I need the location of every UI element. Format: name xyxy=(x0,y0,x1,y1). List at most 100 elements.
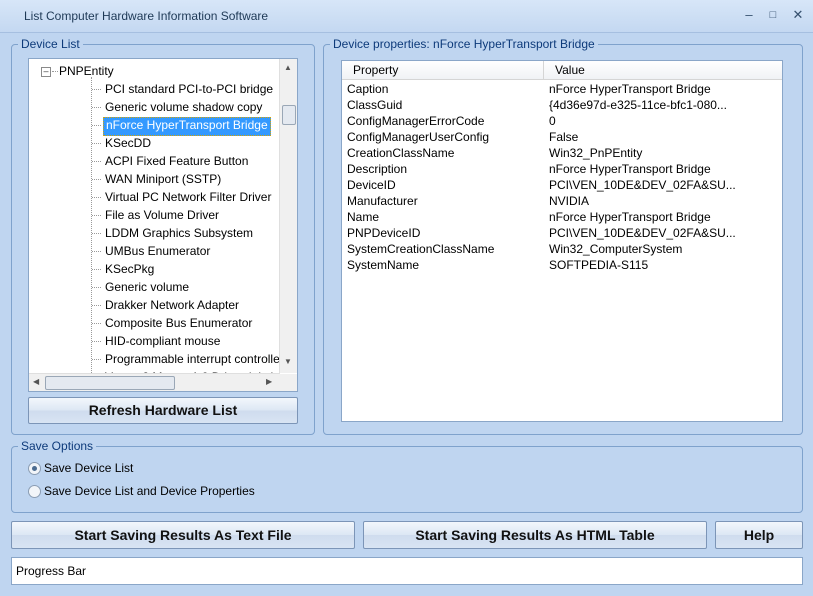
property-row[interactable]: ConfigManagerUserConfig False xyxy=(342,129,782,145)
tree-item[interactable]: HID-compliant mouse xyxy=(103,333,222,350)
save-device-list-radio[interactable] xyxy=(28,462,41,475)
property-name: ConfigManagerErrorCode xyxy=(347,114,485,128)
property-row[interactable]: ClassGuid {4d36e97d-e325-11ce-bfc1-080... xyxy=(342,97,782,113)
property-value: nForce HyperTransport Bridge xyxy=(549,162,711,176)
property-row[interactable]: SystemCreationClassName Win32_ComputerSys… xyxy=(342,241,782,257)
save-device-list-and-properties-label[interactable]: Save Device List and Device Properties xyxy=(44,484,255,498)
tree-connector xyxy=(92,107,101,108)
horizontal-scroll-thumb[interactable] xyxy=(45,376,175,390)
property-name: SystemCreationClassName xyxy=(347,242,495,256)
device-list-title: Device List xyxy=(18,37,83,51)
tree-guide-line xyxy=(91,77,93,377)
property-row[interactable]: DeviceID PCI\VEN_10DE&DEV_02FA&SU... xyxy=(342,177,782,193)
column-separator[interactable] xyxy=(543,61,544,79)
tree-item[interactable]: Generic volume shadow copy xyxy=(103,99,264,116)
property-name: CreationClassName xyxy=(347,146,455,160)
property-row[interactable]: PNPDeviceID PCI\VEN_10DE&DEV_02FA&SU... xyxy=(342,225,782,241)
tree-root-label: PNPEntity xyxy=(59,64,114,78)
tree-connector xyxy=(92,89,101,90)
scroll-right-icon[interactable]: ▶ xyxy=(266,377,272,387)
progress-bar: Progress Bar xyxy=(11,557,803,585)
tree-item[interactable]: LDDM Graphics Subsystem xyxy=(103,225,255,242)
property-value: Win32_ComputerSystem xyxy=(549,242,683,256)
property-name: ClassGuid xyxy=(347,98,403,112)
value-column-header[interactable]: Value xyxy=(555,63,585,77)
save-text-file-button[interactable]: Start Saving Results As Text File xyxy=(11,521,355,549)
collapse-icon[interactable]: – xyxy=(41,67,51,77)
property-value: NVIDIA xyxy=(549,194,590,208)
tree-item[interactable]: Composite Bus Enumerator xyxy=(103,315,254,332)
tree-connector xyxy=(92,323,101,324)
tree-connector xyxy=(92,305,101,306)
tree-item[interactable]: nForce HyperTransport Bridge xyxy=(103,117,271,136)
property-value: 0 xyxy=(549,114,556,128)
save-device-list-and-properties-radio[interactable] xyxy=(28,485,41,498)
tree-item[interactable]: Programmable interrupt controller xyxy=(103,351,286,368)
progress-bar-label: Progress Bar xyxy=(16,564,87,578)
tree-connector xyxy=(92,143,101,144)
scroll-up-icon[interactable]: ▲ xyxy=(284,63,292,73)
tree-connector xyxy=(92,161,101,162)
tree-item[interactable]: KSecDD xyxy=(103,135,153,152)
tree-connector xyxy=(92,269,101,270)
property-column-header[interactable]: Property xyxy=(353,63,398,77)
property-name: SystemName xyxy=(347,258,420,272)
property-name: Caption xyxy=(347,82,389,96)
property-row[interactable]: Manufacturer NVIDIA xyxy=(342,193,782,209)
tree-connector xyxy=(92,341,101,342)
property-name: ConfigManagerUserConfig xyxy=(347,130,490,144)
property-name: DeviceID xyxy=(347,178,396,192)
close-icon[interactable]: ✕ xyxy=(789,6,807,24)
property-name: Name xyxy=(347,210,380,224)
vertical-scroll-thumb[interactable] xyxy=(282,105,296,125)
property-row[interactable]: Name nForce HyperTransport Bridge xyxy=(342,209,782,225)
tree-connector xyxy=(92,233,101,234)
property-row[interactable]: Description nForce HyperTransport Bridge xyxy=(342,161,782,177)
save-device-list-label[interactable]: Save Device List xyxy=(44,461,133,475)
property-value: PCI\VEN_10DE&DEV_02FA&SU... xyxy=(549,226,736,240)
title-bar: List Computer Hardware Information Softw… xyxy=(0,0,813,33)
property-value: nForce HyperTransport Bridge xyxy=(549,210,711,224)
refresh-hardware-list-button[interactable]: Refresh Hardware List xyxy=(28,397,298,424)
window-title: List Computer Hardware Information Softw… xyxy=(24,9,269,23)
tree-item[interactable]: File as Volume Driver xyxy=(103,207,221,224)
tree-connector xyxy=(92,197,101,198)
scroll-left-icon[interactable]: ◀ xyxy=(33,377,39,387)
device-tree[interactable]: – PNPEntity PCI standard PCI-to-PCI brid… xyxy=(28,58,298,392)
properties-list[interactable]: Property Value Caption nForce HyperTransp… xyxy=(341,60,783,422)
tree-horizontal-scrollbar[interactable]: ◀ ▶ xyxy=(29,373,280,391)
tree-connector xyxy=(92,287,101,288)
property-value: {4d36e97d-e325-11ce-bfc1-080... xyxy=(549,98,727,112)
tree-item[interactable]: Virtual PC Network Filter Driver xyxy=(103,189,273,206)
tree-item[interactable]: UMBus Enumerator xyxy=(103,243,212,260)
tree-item[interactable]: WAN Miniport (SSTP) xyxy=(103,171,223,188)
tree-item[interactable]: Generic volume xyxy=(103,279,191,296)
tree-connector xyxy=(92,215,101,216)
property-name: Manufacturer xyxy=(347,194,418,208)
property-row[interactable]: ConfigManagerErrorCode 0 xyxy=(342,113,782,129)
save-html-table-button[interactable]: Start Saving Results As HTML Table xyxy=(363,521,707,549)
tree-item[interactable]: Drakker Network Adapter xyxy=(103,297,241,314)
properties-header: Property Value xyxy=(342,61,782,80)
tree-vertical-scrollbar[interactable]: ▲ ▼ xyxy=(279,59,297,373)
tree-item[interactable]: KSecPkg xyxy=(103,261,156,278)
property-value: nForce HyperTransport Bridge xyxy=(549,82,711,96)
maximize-icon[interactable]: □ xyxy=(764,6,782,24)
help-button[interactable]: Help xyxy=(715,521,803,549)
property-row[interactable]: SystemName SOFTPEDIA-S115 xyxy=(342,257,782,273)
save-options-group: Save Options xyxy=(11,439,803,513)
property-value: Win32_PnPEntity xyxy=(549,146,643,160)
tree-connector xyxy=(92,359,101,360)
property-value: PCI\VEN_10DE&DEV_02FA&SU... xyxy=(549,178,736,192)
tree-root[interactable]: – PNPEntity xyxy=(41,63,114,79)
minimize-icon[interactable]: – xyxy=(740,6,758,24)
property-row[interactable]: CreationClassName Win32_PnPEntity xyxy=(342,145,782,161)
property-row[interactable]: Caption nForce HyperTransport Bridge xyxy=(342,81,782,97)
tree-connector xyxy=(92,125,101,126)
tree-connector xyxy=(92,179,101,180)
scroll-down-icon[interactable]: ▼ xyxy=(284,357,292,367)
tree-item[interactable]: ACPI Fixed Feature Button xyxy=(103,153,250,170)
device-properties-title: Device properties: nForce HyperTransport… xyxy=(330,37,598,51)
tree-item[interactable]: PCI standard PCI-to-PCI bridge xyxy=(103,81,275,98)
property-name: PNPDeviceID xyxy=(347,226,421,240)
